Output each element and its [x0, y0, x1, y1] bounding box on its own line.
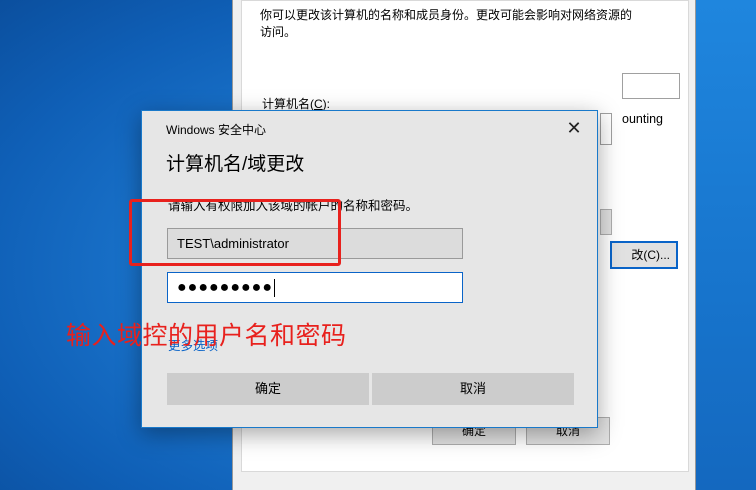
- password-input[interactable]: ●●●●●●●●●: [167, 272, 463, 303]
- close-icon[interactable]: ✕: [561, 117, 587, 139]
- text-caret: [273, 278, 275, 297]
- network-id-button[interactable]: [600, 209, 612, 235]
- computer-name-field[interactable]: [622, 73, 680, 99]
- computer-name-description: 你可以更改该计算机的名称和成员身份。更改可能会影响对网络资源的访问。: [260, 8, 633, 39]
- wallpaper-light: [686, 0, 756, 490]
- full-name-field[interactable]: [600, 113, 612, 145]
- annotation-text: 输入域控的用户名和密码: [66, 321, 347, 350]
- change-button[interactable]: 改(C)...: [610, 241, 678, 269]
- credential-dialog: Windows 安全中心 ✕ 计算机名/域更改 请输入有权限加入该域的帐户的名称…: [141, 110, 598, 428]
- dialog-heading: 计算机名/域更改: [166, 154, 305, 175]
- ok-button[interactable]: 确定: [167, 373, 369, 405]
- workgroup-text-fragment: ounting: [622, 112, 664, 126]
- annotation-highlight-box: [129, 199, 341, 266]
- cancel-button[interactable]: 取消: [372, 373, 574, 405]
- dialog-window-title: Windows 安全中心: [166, 123, 267, 137]
- password-value: ●●●●●●●●●: [177, 279, 273, 296]
